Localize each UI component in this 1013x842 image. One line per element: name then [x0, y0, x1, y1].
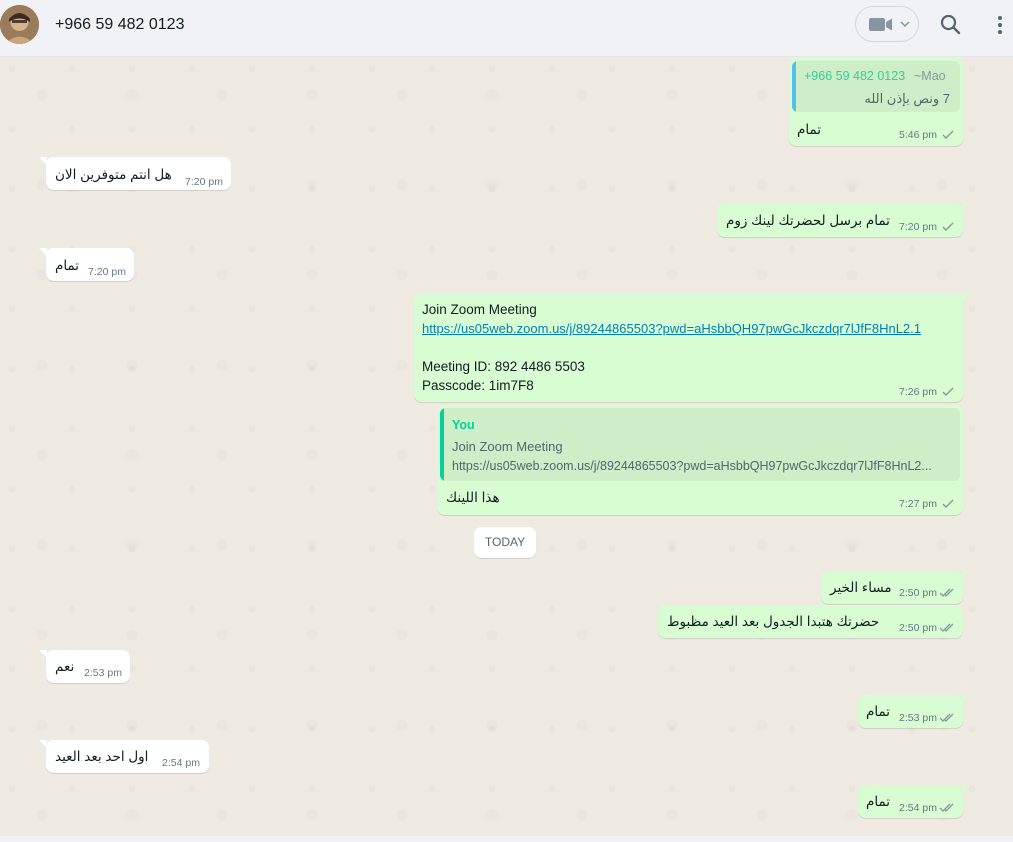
- message-time: 2:50 pm: [899, 622, 937, 634]
- quoted-message[interactable]: You Join Zoom Meeting https://us05web.zo…: [440, 408, 960, 481]
- meeting-id-text: Meeting ID: 892 4486 5503: [422, 359, 585, 374]
- message-outgoing[interactable]: تمام برسل لحضرتك لينك زوم 7:20 pm: [717, 203, 970, 237]
- message-time: 7:26 pm: [899, 386, 937, 398]
- bubble-tail: [962, 785, 970, 793]
- search-icon: [940, 14, 961, 35]
- message-text: تمام برسل لحضرتك لينك زوم: [726, 213, 890, 228]
- message-incoming[interactable]: نعم 2:53 pm: [39, 650, 130, 683]
- quote-sender: +966 59 482 0123: [804, 69, 906, 83]
- double-check-icon: [939, 803, 954, 812]
- message-incoming[interactable]: هل انتم متوفرين الان 7:20 pm: [39, 157, 231, 190]
- double-check-icon: [939, 588, 954, 597]
- quote-text: 7 ونص بإذن الله: [864, 91, 950, 106]
- message-time: 7:27 pm: [899, 498, 937, 510]
- message-time: 7:20 pm: [88, 266, 126, 278]
- message-outgoing[interactable]: You Join Zoom Meeting https://us05web.zo…: [437, 405, 963, 515]
- bottom-edge: [0, 836, 1013, 842]
- message-outgoing[interactable]: مساء الخير 2:50 pm: [821, 571, 970, 604]
- bubble-tail: [962, 203, 970, 211]
- single-check-icon: [942, 499, 954, 508]
- message-text: اول احد بعد العيد: [55, 749, 149, 764]
- message-time: 2:53 pm: [899, 712, 937, 724]
- day-separator: TODAY: [474, 527, 536, 558]
- contact-avatar[interactable]: [0, 5, 39, 44]
- search-button[interactable]: [938, 12, 964, 38]
- bubble-tail: [962, 571, 970, 579]
- message-time: 2:54 pm: [162, 757, 200, 769]
- menu-button[interactable]: [989, 13, 1011, 37]
- chat-area[interactable]: +966 59 482 0123 ~Mao 7 ونص بإذن الله تم…: [0, 57, 1013, 842]
- message-text: تمام: [866, 704, 891, 719]
- chevron-down-icon: [900, 21, 910, 28]
- message-text: تمام: [55, 258, 80, 273]
- message-incoming[interactable]: اول احد بعد العيد 2:54 pm: [39, 740, 209, 773]
- message-incoming[interactable]: تمام 7:20 pm: [39, 248, 134, 281]
- message-outgoing[interactable]: تمام 2:53 pm: [858, 695, 970, 728]
- bubble-tail: [962, 695, 970, 703]
- quote-accent-bar: [440, 408, 444, 481]
- avatar-photo: [0, 5, 39, 44]
- message-text: Join Zoom Meeting: [422, 302, 537, 317]
- message-time: 5:46 pm: [899, 129, 937, 141]
- message-time: 2:54 pm: [899, 802, 937, 814]
- message-time: 7:20 pm: [185, 176, 223, 188]
- message-time: 7:20 pm: [899, 221, 937, 233]
- message-text: حضرتك هتبدا الجدول بعد العيد مظبوط: [667, 614, 880, 629]
- quote-accent-bar: [792, 61, 796, 112]
- message-text: تمام: [866, 794, 891, 809]
- single-check-icon: [942, 130, 954, 139]
- bubble-tail: [39, 157, 47, 165]
- zoom-link[interactable]: https://us05web.zoom.us/j/89244865503?pw…: [422, 321, 921, 336]
- message-time: 2:53 pm: [84, 667, 122, 679]
- quote-text: Join Zoom Meeting: [452, 439, 563, 454]
- message-text: مساء الخير: [830, 580, 892, 595]
- single-check-icon: [942, 222, 954, 231]
- message-text: نعم: [55, 659, 75, 674]
- bubble-tail: [39, 740, 47, 748]
- video-camera-icon: [869, 18, 892, 31]
- message-text: هذا اللينك: [446, 490, 500, 505]
- passcode-text: Passcode: 1im7F8: [422, 378, 534, 393]
- message-outgoing[interactable]: Join Zoom Meeting https://us05web.zoom.u…: [414, 294, 970, 402]
- message-outgoing[interactable]: تمام 2:54 pm: [858, 785, 970, 818]
- quote-sender: You: [452, 418, 475, 432]
- quoted-message[interactable]: +966 59 482 0123 ~Mao 7 ونص بإذن الله: [792, 61, 960, 112]
- message-time: 2:50 pm: [899, 587, 937, 599]
- chat-header: +966 59 482 0123: [0, 0, 1013, 57]
- contact-name[interactable]: +966 59 482 0123: [55, 16, 184, 34]
- message-text: تمام: [797, 122, 822, 137]
- message-text: هل انتم متوفرين الان: [55, 167, 172, 182]
- single-check-icon: [942, 387, 954, 396]
- message-outgoing[interactable]: حضرتك هتبدا الجدول بعد العيد مظبوط 2:50 …: [658, 605, 963, 638]
- video-call-button[interactable]: [855, 6, 919, 42]
- vertical-dots-menu-icon: [998, 16, 1002, 34]
- quote-link-text: https://us05web.zoom.us/j/89244865503?pw…: [452, 459, 932, 473]
- quote-sender-alias: ~Mao: [914, 69, 946, 83]
- bubble-tail: [962, 294, 970, 302]
- message-outgoing[interactable]: +966 59 482 0123 ~Mao 7 ونص بإذن الله تم…: [789, 58, 963, 146]
- double-check-icon: [939, 713, 954, 722]
- bubble-tail: [39, 650, 47, 658]
- bubble-tail: [39, 248, 47, 256]
- double-check-icon: [939, 623, 954, 632]
